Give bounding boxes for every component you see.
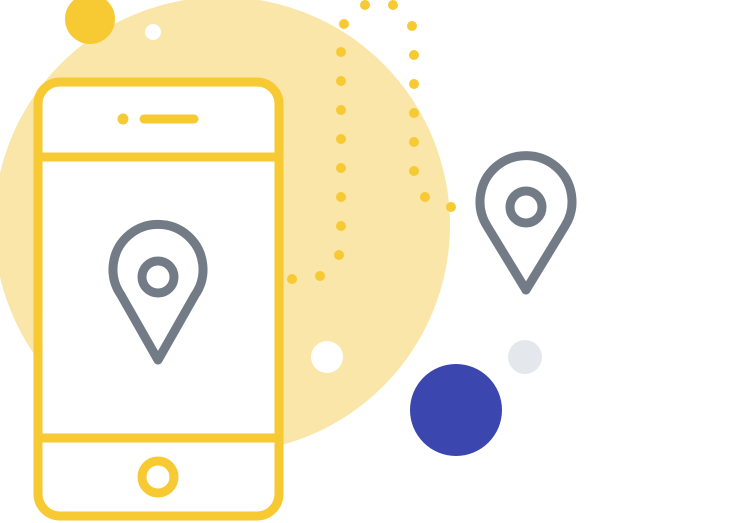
smartphone-icon: [33, 77, 284, 521]
location-illustration: [0, 0, 733, 523]
phone-body: [33, 77, 284, 521]
illustration-canvas: [0, 0, 577, 521]
decor-white-dot: [311, 341, 343, 373]
decor-gray-dot: [508, 340, 542, 374]
decor-white-dot-small: [145, 24, 161, 40]
decor-blue-circle: [410, 364, 502, 456]
destination-pin-icon: [475, 151, 577, 295]
phone-camera-dot: [117, 113, 129, 125]
